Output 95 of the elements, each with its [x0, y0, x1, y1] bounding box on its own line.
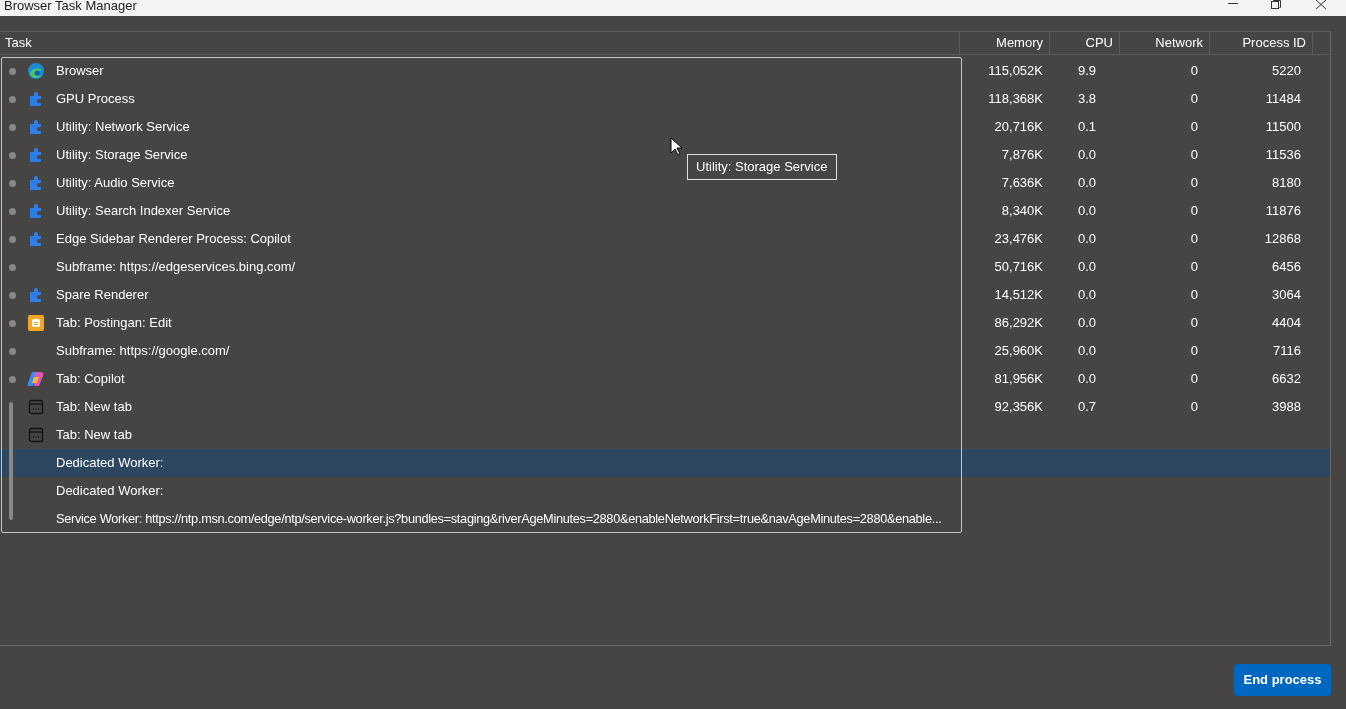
task-name: Utility: Storage Service — [56, 146, 188, 165]
memory-cell-text: 20,716K — [994, 118, 1043, 137]
task-name: Subframe: https://edgeservices.bing.com/ — [56, 258, 296, 277]
network-cell-text: 0 — [1190, 90, 1198, 109]
memory-cell-text: 86,292K — [994, 314, 1043, 333]
task-name: Browser — [56, 62, 104, 81]
task-name: Subframe: https://google.com/ — [56, 342, 230, 361]
new-tab-icon — [28, 399, 44, 415]
network-cell-text: 0 — [1190, 286, 1198, 305]
task-name: GPU Process — [56, 90, 135, 109]
network-cell-text: 0 — [1190, 398, 1198, 417]
process-id-cell-text: 8180 — [1272, 174, 1301, 193]
network-cell-text: 0 — [1190, 202, 1198, 221]
network-cell-text: 0 — [1190, 370, 1198, 389]
scrollbar-thumb[interactable] — [9, 402, 13, 520]
puzzle-piece-icon — [28, 203, 44, 219]
process-id-cell-text: 12868 — [1264, 230, 1301, 249]
memory-cell-text: 7,876K — [1001, 146, 1043, 165]
task-name: Utility: Network Service — [56, 118, 190, 137]
process-id-cell-text: 11876 — [1265, 202, 1301, 221]
cpu-cell-text: 0.0 — [1078, 230, 1097, 249]
minimize-icon[interactable] — [1228, 3, 1238, 5]
process-id-cell-text: 11500 — [1265, 118, 1301, 137]
browser-logo-icon — [27, 62, 45, 80]
network-cell-text: 0 — [1190, 230, 1198, 249]
memory-cell-text: 118,368K — [988, 90, 1043, 109]
memory-cell-text: 8,340K — [1001, 202, 1043, 221]
memory-cell-text: 81,956K — [994, 370, 1043, 389]
cpu-cell-text: 0.0 — [1078, 174, 1097, 193]
task-name: Utility: Audio Service — [56, 174, 175, 193]
network-cell-text: 0 — [1190, 146, 1198, 165]
network-cell-text: 0 — [1190, 62, 1198, 81]
process-id-cell-text: 6456 — [1272, 258, 1301, 277]
puzzle-piece-icon — [28, 175, 44, 191]
process-id-cell-text: 3064 — [1272, 286, 1301, 305]
process-id-cell-text: 7116 — [1273, 342, 1301, 361]
cpu-cell-text: 0.7 — [1078, 398, 1097, 417]
process-id-cell-text: 11536 — [1265, 146, 1301, 165]
blog-logo-icon — [28, 315, 44, 331]
task-name: Spare Renderer — [56, 286, 149, 305]
selected-row[interactable]: Dedicated Worker: — [0, 449, 1330, 477]
network-cell-text: 0 — [1190, 314, 1198, 333]
task-name: Dedicated Worker: — [56, 482, 164, 501]
network-cell-text: 0 — [1190, 118, 1198, 137]
task-name: Edge Sidebar Renderer Process: Copilot — [56, 230, 291, 249]
memory-cell-text: 23,476K — [994, 230, 1043, 249]
task-name: Tab: Postingan: Edit — [56, 314, 172, 333]
window-title: Browser Task Manager — [4, 0, 137, 12]
task-name: Service Worker: https://ntp.msn.com/edge/ntp/service-worker.js?bundles=staging&riverAgeMinutes=2880&enableNetworkFirst=true&navAgeMinutes=2880&enable... — [56, 510, 942, 529]
task-name: Utility: Search Indexer Service — [56, 202, 231, 221]
task-name: Tab: New tab — [56, 398, 132, 417]
end-process-button[interactable]: End process — [1234, 664, 1331, 696]
puzzle-piece-icon — [28, 147, 44, 163]
process-id-cell-text: 3988 — [1272, 398, 1301, 417]
network-cell-text: 0 — [1190, 258, 1198, 277]
mouse-cursor-icon — [670, 137, 682, 156]
process-id-cell-text: 5220 — [1272, 62, 1301, 81]
cpu-cell-text: 0.1 — [1078, 118, 1097, 137]
cpu-cell-text: 0.0 — [1078, 286, 1097, 305]
column-header[interactable]: Process ID — [1242, 33, 1306, 53]
column-header[interactable]: Memory — [996, 33, 1043, 53]
column-header[interactable]: Network — [1155, 33, 1203, 53]
cpu-cell-text: 0.0 — [1078, 342, 1097, 361]
close-icon[interactable] — [1316, 0, 1326, 9]
memory-cell-text: 115,052K — [988, 62, 1043, 81]
cpu-cell-text: 0.0 — [1078, 370, 1097, 389]
puzzle-piece-icon — [28, 231, 44, 247]
cpu-cell-text: 0.0 — [1078, 146, 1097, 165]
maximize-icon[interactable] — [1271, 0, 1281, 9]
cpu-cell-text: 0.0 — [1078, 202, 1097, 221]
memory-cell-text: 92,356K — [994, 398, 1043, 417]
task-name: Dedicated Worker: — [56, 454, 164, 473]
task-name: Tab: New tab — [56, 426, 132, 445]
network-cell-text: 0 — [1190, 174, 1198, 193]
memory-cell-text: 50,716K — [994, 258, 1043, 277]
cpu-cell-text: 0.0 — [1078, 314, 1097, 333]
memory-cell-text: 25,960K — [994, 342, 1043, 361]
tooltip: Utility: Storage Service — [687, 154, 837, 180]
task-name: Tab: Copilot — [56, 370, 125, 389]
puzzle-piece-icon — [28, 91, 44, 107]
column-header[interactable]: Task — [5, 33, 32, 53]
new-tab-icon — [28, 427, 44, 443]
puzzle-piece-icon — [28, 287, 44, 303]
puzzle-piece-icon — [28, 119, 44, 135]
cpu-cell-text: 3.8 — [1078, 90, 1097, 109]
memory-cell-text: 14,512K — [994, 286, 1043, 305]
process-id-cell-text: 6632 — [1272, 370, 1301, 389]
process-id-cell-text: 11484 — [1265, 90, 1301, 109]
network-cell-text: 0 — [1190, 342, 1198, 361]
column-header[interactable]: CPU — [1085, 33, 1113, 53]
cpu-cell-text: 0.0 — [1078, 258, 1097, 277]
cpu-cell-text: 9.9 — [1078, 62, 1097, 81]
memory-cell-text: 7,636K — [1001, 174, 1043, 193]
copilot-logo-icon — [27, 371, 45, 387]
process-id-cell-text: 4404 — [1272, 314, 1301, 333]
